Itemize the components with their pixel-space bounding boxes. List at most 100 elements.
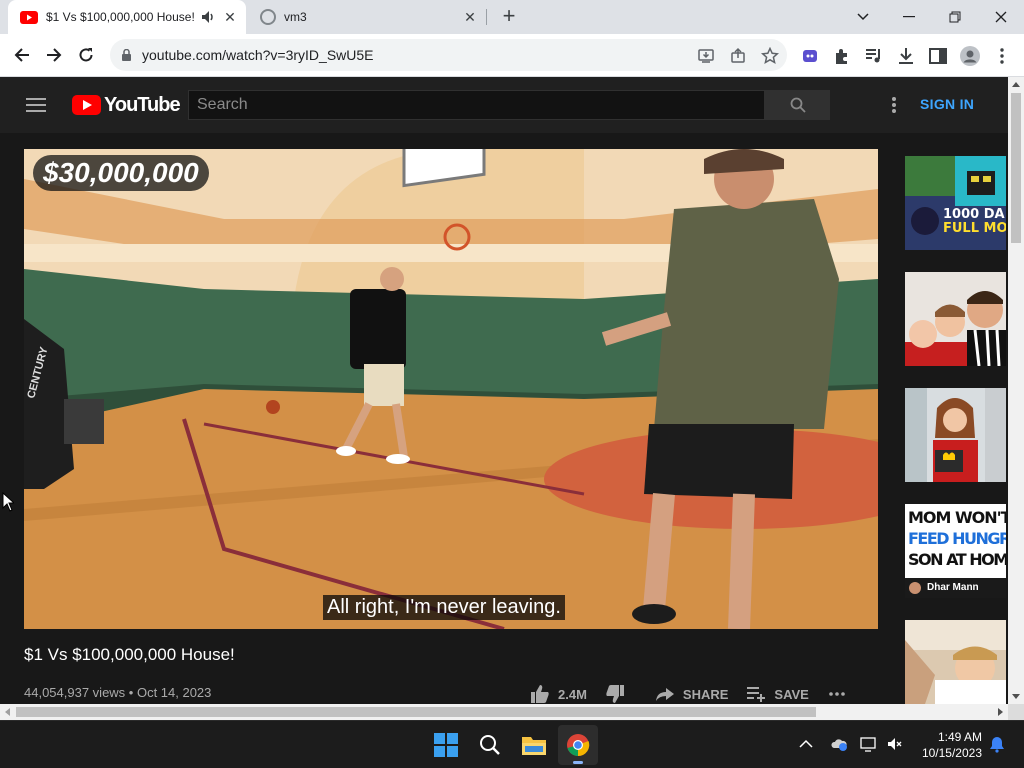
start-button[interactable] <box>426 725 466 765</box>
restore-button[interactable] <box>932 0 978 34</box>
windows-taskbar: 1:49 AM 10/15/2023 <box>0 720 1024 768</box>
extensions-puzzle-icon[interactable] <box>832 46 852 66</box>
reload-icon <box>79 48 93 62</box>
video-meta: 44,054,937 views • Oct 14, 2023 <box>24 685 212 700</box>
horizontal-scroll-thumb[interactable] <box>16 707 816 717</box>
share-arrow-icon <box>655 688 674 701</box>
notification-bell-icon[interactable] <box>988 735 1006 753</box>
close-tab-icon[interactable]: ✕ <box>462 9 478 25</box>
thumbnail-text-line: MOM WON'T <box>908 508 1006 527</box>
thumbnail-text-line: FULL MO <box>943 221 1006 236</box>
more-actions-button[interactable] <box>827 684 855 704</box>
vertical-scroll-thumb[interactable] <box>1011 93 1021 243</box>
install-app-icon[interactable] <box>697 47 715 65</box>
youtube-favicon-icon <box>20 10 38 24</box>
thumbnail-text-line: SON AT HOME <box>908 550 1006 569</box>
like-button[interactable]: 2.4M <box>530 684 587 704</box>
chrome-logo-icon <box>567 734 590 757</box>
close-icon <box>995 11 1007 23</box>
bookmark-star-icon[interactable] <box>761 47 779 65</box>
close-tab-icon[interactable]: ✕ <box>222 9 238 25</box>
search-box[interactable] <box>188 90 765 120</box>
network-icon[interactable] <box>860 735 878 753</box>
video-caption: All right, I'm never leaving. <box>323 595 565 620</box>
thumbnail-channel-name: Dhar Mann <box>927 582 979 593</box>
close-window-button[interactable] <box>978 0 1024 34</box>
taskbar-search-button[interactable] <box>470 725 510 765</box>
share-button[interactable]: SHARE <box>655 684 729 704</box>
forward-arrow-icon <box>47 48 62 62</box>
show-hidden-icons-chevron-icon[interactable] <box>797 735 815 753</box>
tab-youtube[interactable]: $1 Vs $100,000,000 House! - YouTube ✕ <box>8 0 246 34</box>
download-icon[interactable] <box>896 46 916 66</box>
extension-icon[interactable] <box>800 46 820 66</box>
volume-muted-icon[interactable] <box>886 735 904 753</box>
youtube-logo[interactable]: YouTube <box>72 93 181 116</box>
tab-title: $1 Vs $100,000,000 House! - YouTube <box>46 10 194 24</box>
search-button[interactable] <box>765 90 830 120</box>
channel-avatar <box>909 582 921 594</box>
search-input[interactable] <box>189 91 764 119</box>
tab-search-button[interactable] <box>840 0 886 34</box>
save-button[interactable]: SAVE <box>746 684 809 704</box>
scroll-right-arrow-icon[interactable] <box>998 708 1003 716</box>
dislike-button[interactable] <box>605 684 633 704</box>
recommended-video-thumbnail[interactable] <box>905 272 1006 366</box>
recommended-video-thumbnail[interactable]: 1000 DA FULL MO <box>905 156 1006 250</box>
new-tab-button[interactable]: + <box>498 5 520 28</box>
more-horizontal-icon <box>829 692 845 696</box>
chrome-taskbar-button[interactable] <box>558 725 598 765</box>
youtube-play-icon <box>72 95 101 115</box>
media-controls-icon[interactable] <box>864 46 884 66</box>
onedrive-cloud-icon[interactable] <box>830 735 848 753</box>
scroll-down-arrow-icon[interactable] <box>1012 694 1020 699</box>
video-frame: CENTURY <box>24 149 878 629</box>
system-clock[interactable]: 1:49 AM 10/15/2023 <box>912 729 982 761</box>
save-label: SAVE <box>774 686 809 702</box>
profile-avatar-icon[interactable] <box>960 46 980 66</box>
tab-vm3[interactable]: vm3 ✕ <box>250 0 486 34</box>
like-count: 2.4M <box>558 686 587 702</box>
reload-button[interactable] <box>73 42 99 68</box>
file-explorer-button[interactable] <box>514 725 554 765</box>
mouse-cursor-icon <box>2 492 14 512</box>
browser-toolbar: youtube.com/watch?v=3ryID_SwU5E <box>0 34 1024 77</box>
minimize-button[interactable] <box>886 0 932 34</box>
watch-page: CENTURY $30,000,000 All right, I'm never… <box>0 133 1008 704</box>
youtube-logo-text: YouTube <box>104 93 181 116</box>
address-bar[interactable]: youtube.com/watch?v=3ryID_SwU5E <box>110 39 787 71</box>
guide-menu-icon[interactable] <box>26 98 46 112</box>
chrome-menu-icon[interactable] <box>992 46 1012 66</box>
recommended-video-thumbnail[interactable] <box>905 388 1006 482</box>
back-button[interactable] <box>9 42 35 68</box>
folder-icon <box>522 737 546 755</box>
video-actions: 2.4M SHARE SAVE <box>530 682 873 706</box>
url-text[interactable]: youtube.com/watch?v=3ryID_SwU5E <box>142 47 374 63</box>
thumbs-down-icon <box>606 685 624 703</box>
side-panel-icon[interactable] <box>928 46 948 66</box>
chevron-down-icon <box>857 13 869 21</box>
restore-icon <box>949 11 961 23</box>
audio-playing-icon[interactable] <box>200 9 216 25</box>
scroll-up-arrow-icon[interactable] <box>1012 82 1020 87</box>
recommended-video-thumbnail[interactable] <box>905 620 1006 704</box>
horizontal-scrollbar[interactable] <box>0 704 1008 720</box>
video-title: $1 Vs $100,000,000 House! <box>24 645 235 664</box>
video-player[interactable]: CENTURY $30,000,000 All right, I'm never… <box>24 149 878 629</box>
minimize-icon <box>903 16 915 18</box>
share-icon[interactable] <box>729 47 747 65</box>
thumbnail-image <box>905 620 1006 704</box>
windows-logo-icon <box>434 733 458 757</box>
vertical-scrollbar[interactable] <box>1008 77 1024 704</box>
forward-button[interactable] <box>41 42 67 68</box>
playlist-add-icon <box>747 687 766 702</box>
scroll-left-arrow-icon[interactable] <box>5 708 10 716</box>
thumbnail-text-line: 1000 DA <box>943 207 1005 222</box>
youtube-header: YouTube SIGN IN <box>0 77 1008 133</box>
share-label: SHARE <box>682 686 729 702</box>
lock-icon[interactable] <box>122 49 131 61</box>
settings-kebab-icon[interactable] <box>886 95 902 115</box>
recommended-video-thumbnail[interactable]: MOM WON'T FEED HUNGRY SON AT HOME Dhar M… <box>905 504 1006 598</box>
price-overlay-text: $30,000,000 <box>33 155 209 191</box>
sign-in-button[interactable]: SIGN IN <box>920 96 974 112</box>
